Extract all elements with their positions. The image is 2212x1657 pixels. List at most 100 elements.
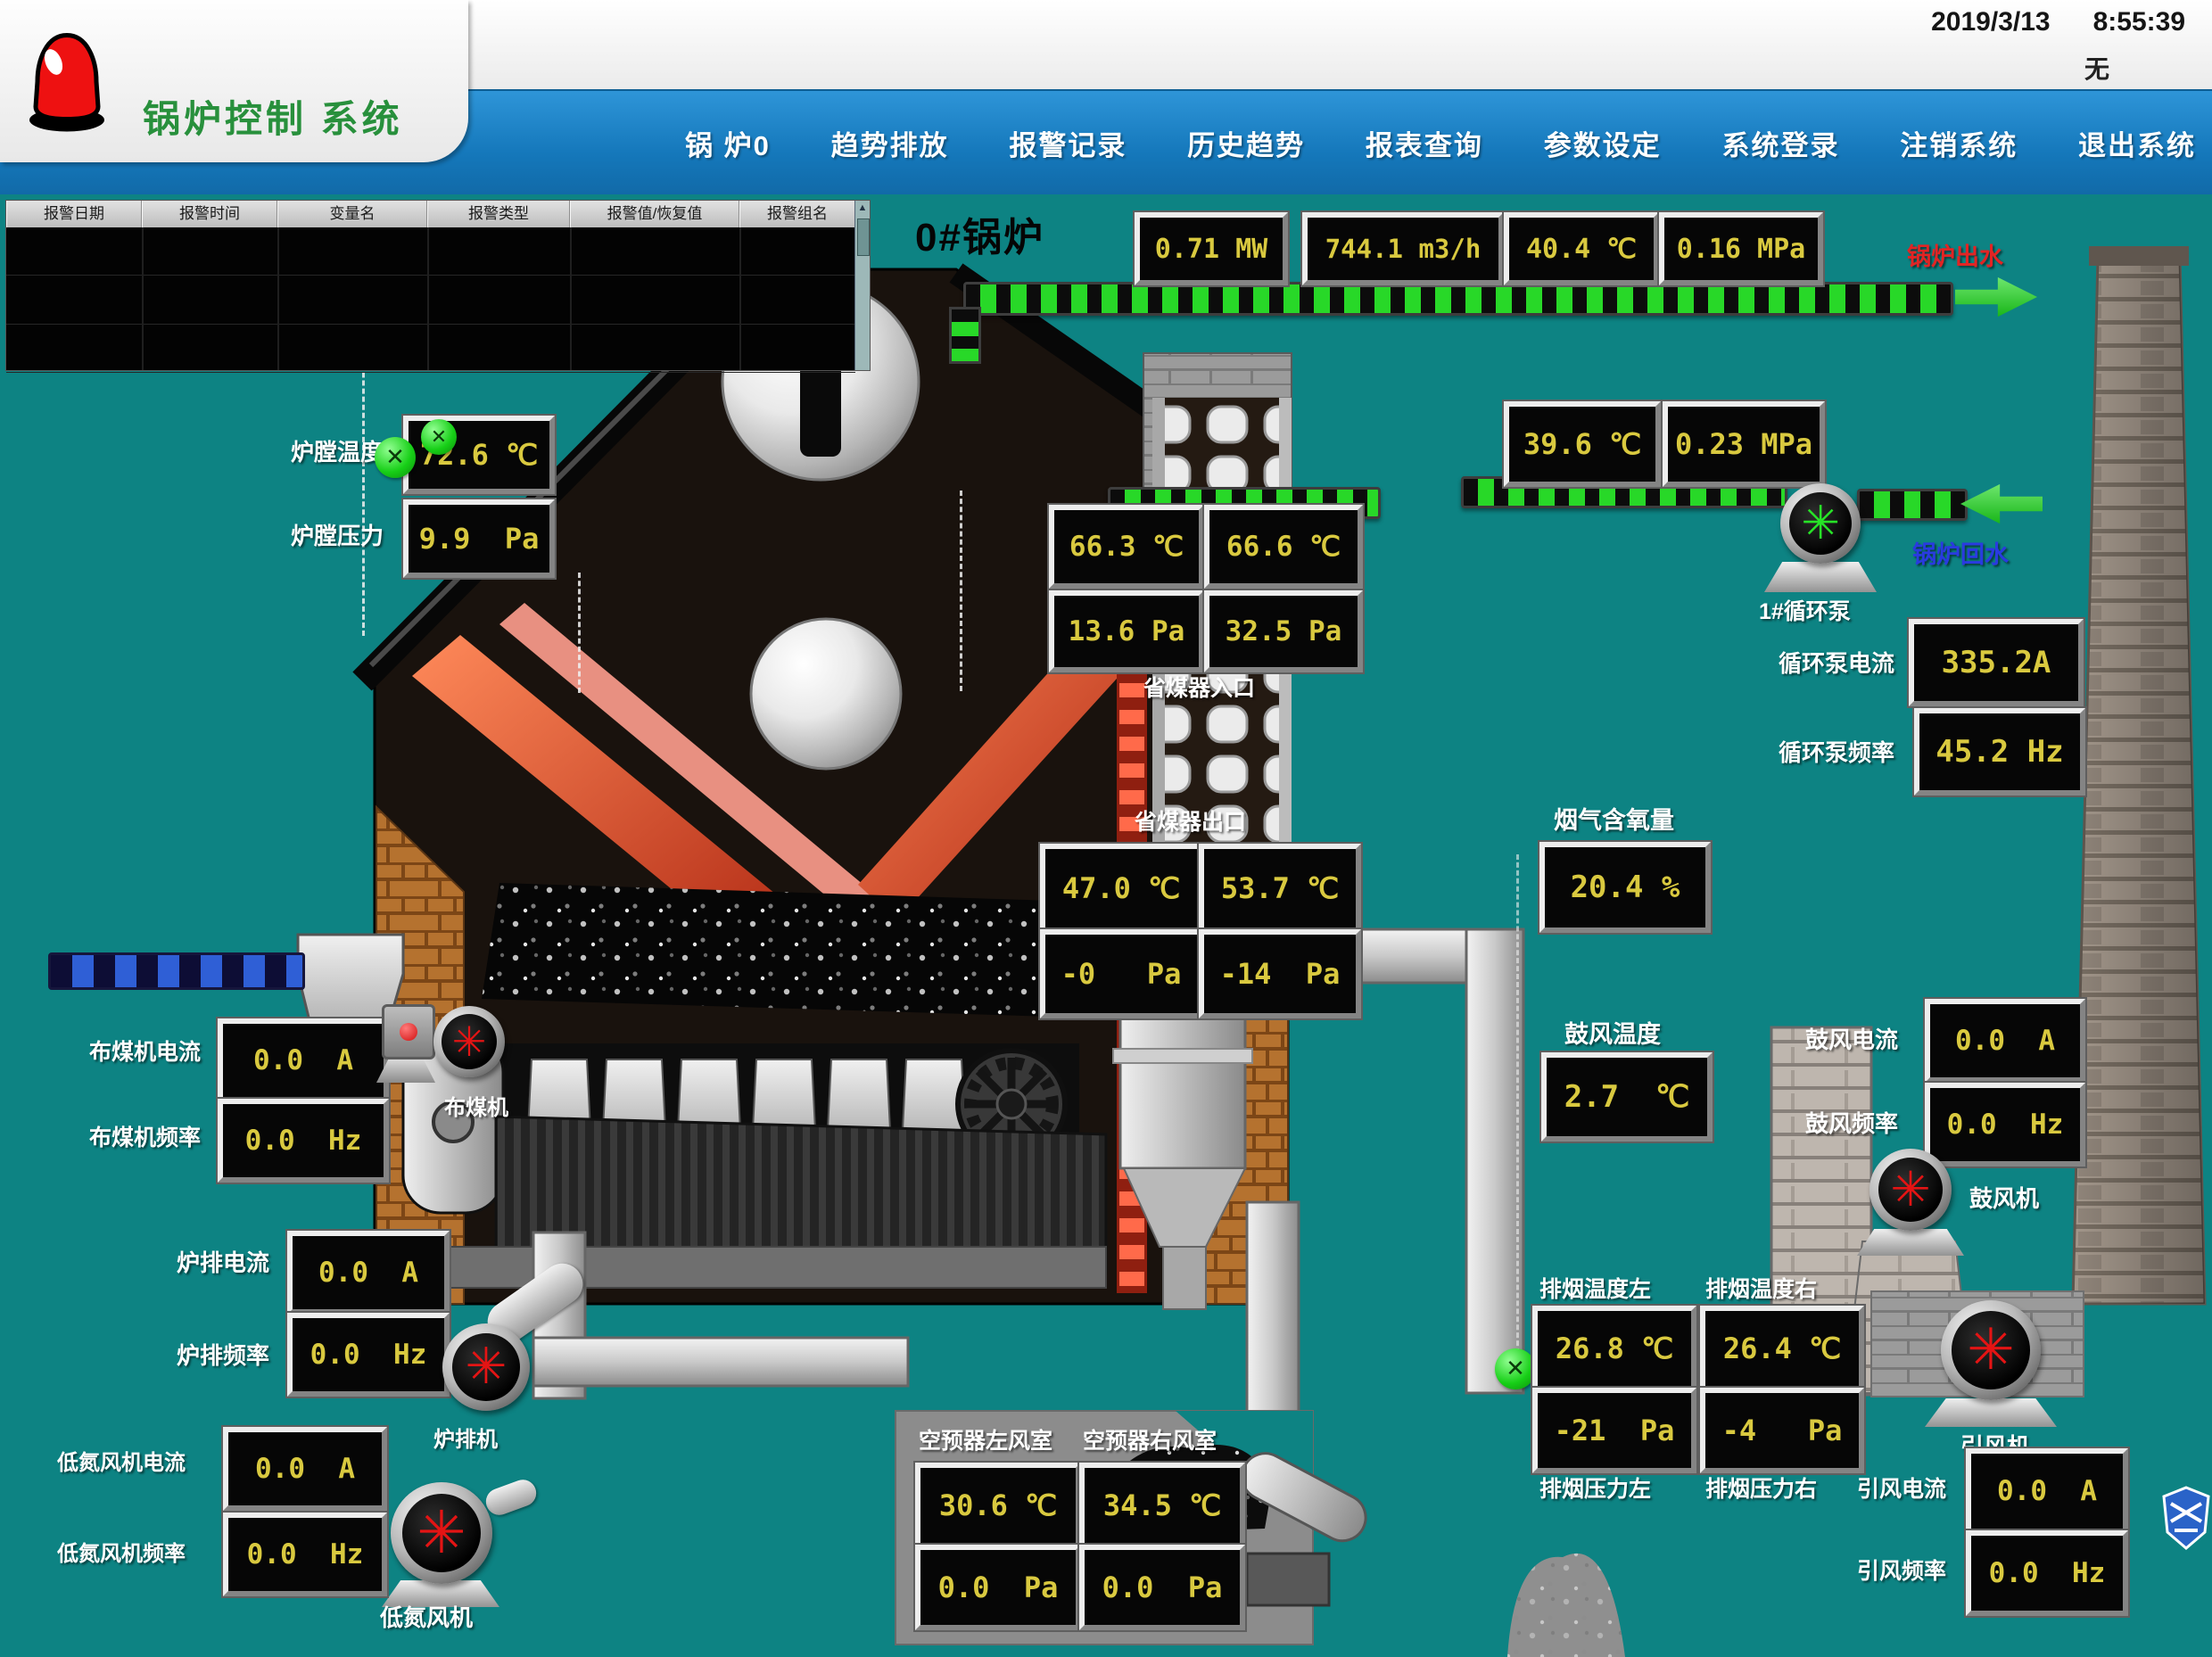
fan-base [1925,1398,2057,1427]
return-pressure-readout: 0.23 MPa [1663,401,1825,487]
guide-line [578,573,581,693]
boiler-hmi-screen: 2019/3/13 8:55:39 无 锅 炉0 趋势排放 报警记录 历史趋势 … [0,0,2212,1657]
valve-indicator-icon[interactable]: ✕ [375,437,416,478]
circpump-freq-label: 循环泵频率 [1779,735,1894,768]
induced-freq-readout: 0.0 Hz [1966,1530,2128,1616]
induced-current-label: 引风电流 [1857,1472,1946,1504]
blast-temp-readout: 2.7 ℃ [1541,1052,1713,1142]
fan-impeller-icon: ✳ [452,1333,520,1401]
table-row [6,276,855,324]
airpre-left-press-readout: 0.0 Pa [915,1545,1081,1630]
fan-impeller-icon: ✳ [442,1014,497,1069]
fan-impeller-icon: ✳ [1878,1158,1943,1222]
flue-temp-right-label: 排烟温度右 [1705,1272,1817,1304]
alarm-table: 报警日期 报警时间 变量名 报警类型 报警值/恢复值 报警组名 ▲ [5,200,871,371]
circpump-current-label: 循环泵电流 [1779,646,1894,679]
econ-inlet-press1-readout: 13.6 Pa [1049,590,1204,672]
flue-press-right-label: 排烟压力右 [1705,1472,1817,1504]
econ-outlet-label: 省煤器出口 [1135,804,1246,837]
alarm-table-header: 报警日期 报警时间 变量名 报警类型 报警值/恢复值 报警组名 [6,201,855,227]
furnace-pressure-readout: 9.9 Pa [403,499,555,578]
circulation-pump-icon[interactable]: ✳ [1780,483,1861,564]
guide-line [960,491,962,691]
circulation-pump-label: 1#循环泵 [1759,594,1851,626]
outlet-temp-readout: 40.4 ℃ [1504,212,1659,285]
econ-inlet-temp2-readout: 66.6 ℃ [1204,505,1363,589]
flue-press-right-readout: -4 Pa [1700,1388,1864,1473]
induced-freq-label: 引风频率 [1857,1554,1946,1586]
flue-temp-left-readout: 26.8 ℃ [1532,1306,1696,1391]
blast-freq-readout: 0.0 Hz [1925,1083,2085,1166]
return-pipe-2 [1857,489,1968,521]
econ-inlet-press2-readout: 32.5 Pa [1204,590,1363,672]
airpre-right-press-readout: 0.0 Pa [1079,1545,1245,1630]
low-nox-fan-icon[interactable]: ✳ [391,1482,492,1584]
pump-base [1764,562,1877,592]
alarm-table-scrollbar[interactable]: ▲ [854,201,870,370]
blast-current-readout: 0.0 A [1925,999,2085,1083]
col-alarm-date: 报警日期 [6,201,142,227]
blast-fan-label: 鼓风机 [1969,1181,2039,1214]
airpre-right-temp-readout: 34.5 ℃ [1079,1463,1245,1548]
econ-inlet-label: 省煤器入口 [1143,671,1255,703]
low-nox-fan-label: 低氮风机 [380,1600,473,1633]
guide-line [1516,854,1519,1354]
coal-feeder-label: 布煤机 [444,1090,508,1121]
scroll-up-icon[interactable]: ▲ [855,201,870,215]
return-water-label: 锅炉回水 [1912,535,2009,570]
flue-temp-right-readout: 26.4 ℃ [1700,1306,1864,1391]
return-temp-readout: 39.6 ℃ [1504,401,1661,487]
fan-base [1857,1229,1964,1256]
scrollbar-thumb[interactable] [857,218,870,256]
outlet-water-label: 锅炉出水 [1907,237,2003,272]
econ-outlet-temp2-readout: 53.7 ℃ [1199,844,1361,933]
flue-oxygen-label: 烟气含氧量 [1554,801,1674,836]
flue-press-left-readout: -21 Pa [1532,1388,1696,1473]
furnace-pressure-label: 炉膛压力 [291,518,384,551]
col-alarm-time: 报警时间 [142,201,277,227]
coal-conveyor [48,952,305,990]
col-alarm-type: 报警类型 [427,201,570,227]
grate-freq-label: 炉排频率 [177,1338,269,1371]
econ-inlet-temp1-readout: 66.3 ℃ [1049,505,1204,589]
grate-freq-readout: 0.0 Hz [287,1313,450,1397]
alarm-table-body [6,227,855,370]
table-row [6,325,855,373]
valve-indicator-icon[interactable]: ✕ [1495,1348,1536,1389]
boiler-name: 0#锅炉 [915,205,1044,262]
grate-current-readout: 0.0 A [287,1231,450,1315]
econ-outlet-press1-readout: -0 Pa [1040,929,1202,1018]
lownox-current-label: 低氮风机电流 [57,1445,186,1476]
boiler-flow-readout: 744.1 m3/h [1302,212,1504,285]
boiler-power-readout: 0.71 MW [1135,212,1288,285]
induced-fan-icon[interactable]: ✳ [1941,1300,2041,1400]
feeder-freq-readout: 0.0 Hz [218,1099,389,1183]
indicator-dot-icon [400,1023,417,1041]
feeder-current-readout: 0.0 A [218,1018,389,1102]
feeder-drive-icon[interactable] [376,1001,435,1083]
valve-indicator-icon[interactable]: ✕ [421,419,457,455]
airpre-right-label: 空预器右风室 [1083,1423,1217,1455]
econ-outlet-press2-readout: -14 Pa [1199,929,1361,1018]
airpre-left-label: 空预器左风室 [919,1423,1052,1455]
feeder-freq-label: 布煤机频率 [89,1120,201,1152]
flue-temp-left-label: 排烟温度左 [1539,1272,1651,1304]
flue-oxygen-readout: 20.4 % [1539,842,1711,933]
circpump-current-readout: 335.2A [1909,619,2084,706]
lownox-freq-readout: 0.0 Hz [223,1513,387,1596]
econ-outlet-temp1-readout: 47.0 ℃ [1040,844,1202,933]
coal-feeder-fan-icon[interactable]: ✳ [433,1006,505,1077]
blast-temp-label: 鼓风温度 [1564,1015,1661,1050]
blast-fan-icon[interactable]: ✳ [1869,1149,1952,1231]
col-alarm-group: 报警组名 [739,201,855,227]
fan-impeller-icon: ✳ [1952,1311,2029,1389]
col-variable-name: 变量名 [277,201,427,227]
outlet-pipe-elbow [949,307,981,364]
induced-current-readout: 0.0 A [1966,1448,2128,1534]
lownox-current-readout: 0.0 A [223,1427,387,1511]
table-row [6,227,855,276]
feeder-current-label: 布煤机电流 [89,1035,201,1067]
outlet-pipe [963,282,1953,316]
grate-motor-icon[interactable]: ✳ [442,1323,530,1411]
blast-freq-label: 鼓风频率 [1805,1106,1898,1139]
